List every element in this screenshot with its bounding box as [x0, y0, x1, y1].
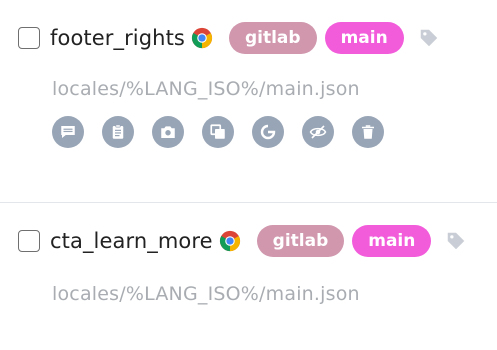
clipboard-icon: [112, 124, 124, 139]
google-translate-icon: [260, 124, 276, 140]
comment-icon: [61, 126, 75, 138]
key-list-item: footer_rights gitlab main locales/%LANG_…: [0, 0, 497, 202]
chrome-icon: [191, 27, 213, 49]
copy-button[interactable]: [202, 116, 234, 148]
clipboard-button[interactable]: [102, 116, 134, 148]
tag-gitlab[interactable]: gitlab: [228, 22, 317, 54]
hidden-icon: [309, 125, 327, 139]
delete-icon: [362, 125, 374, 139]
tag-icon[interactable]: [445, 230, 467, 252]
tag-gitlab[interactable]: gitlab: [256, 225, 345, 257]
delete-button[interactable]: [352, 116, 384, 148]
copy-icon: [210, 124, 225, 139]
tag-main[interactable]: main: [324, 22, 404, 54]
tag-icon[interactable]: [418, 27, 440, 49]
screenshot-icon: [161, 126, 175, 138]
key-name[interactable]: footer_rights: [50, 26, 185, 50]
key-header-row: footer_rights gitlab main: [18, 21, 440, 55]
comment-button[interactable]: [52, 116, 84, 148]
screenshot-button[interactable]: [152, 116, 184, 148]
hide-button[interactable]: [302, 116, 334, 148]
key-list-item: cta_learn_more gitlab main locales/%LANG…: [0, 202, 497, 350]
file-path: locales/%LANG_ISO%/main.json: [52, 283, 360, 305]
key-header-row: cta_learn_more gitlab main: [18, 224, 467, 258]
chrome-icon: [219, 230, 240, 252]
select-key-checkbox[interactable]: [18, 27, 40, 49]
key-actions-toolbar: [52, 116, 402, 148]
google-translate-button[interactable]: [252, 116, 284, 148]
key-name[interactable]: cta_learn_more: [50, 229, 213, 253]
tag-main[interactable]: main: [352, 225, 432, 257]
file-path: locales/%LANG_ISO%/main.json: [52, 78, 360, 100]
select-key-checkbox[interactable]: [18, 230, 40, 252]
